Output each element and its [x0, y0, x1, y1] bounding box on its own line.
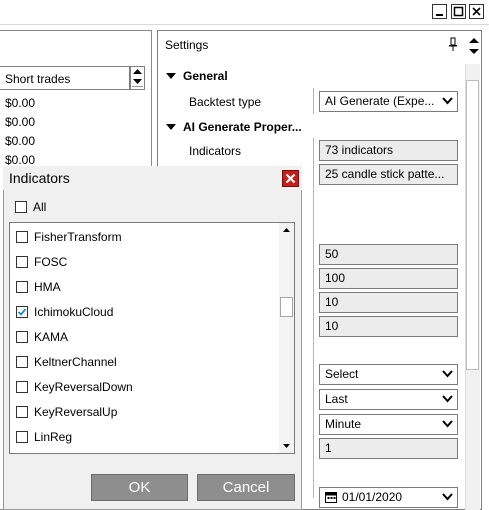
dropdown-value: Minute: [325, 417, 362, 431]
column-header-short-trades[interactable]: Short trades: [0, 66, 130, 90]
indicator-label: FOSC: [34, 255, 68, 269]
value-field[interactable]: 10: [319, 292, 458, 313]
price-type-dropdown[interactable]: Last: [319, 389, 458, 410]
indicator-checkbox[interactable]: [16, 231, 28, 243]
dropdown-value: Select: [325, 367, 359, 381]
indicator-label: KeyReversalDown: [34, 380, 133, 394]
indicators-value-field[interactable]: 73 indicators: [319, 140, 458, 161]
backtest-type-dropdown[interactable]: AI Generate (Expe...: [319, 91, 458, 112]
close-icon: [472, 7, 481, 16]
category-general[interactable]: General: [183, 69, 228, 83]
chevron-down-icon: [442, 420, 453, 428]
settings-scrollbar-thumb[interactable]: [466, 80, 479, 370]
short-trades-cell: $0.00: [5, 134, 36, 148]
indicator-checkbox[interactable]: [16, 281, 28, 293]
chevron-down-icon: [442, 97, 453, 105]
close-icon: [285, 173, 296, 184]
chevron-down-icon: [442, 493, 453, 501]
close-window-button[interactable]: [469, 4, 484, 19]
settings-title: Settings: [165, 38, 209, 52]
all-checkbox[interactable]: [15, 201, 27, 213]
chevron-down-icon: [442, 395, 453, 403]
collapse-icon[interactable]: [166, 73, 176, 79]
chevron-down-icon: [442, 370, 453, 378]
dialog-close-button[interactable]: [282, 170, 299, 187]
value-field[interactable]: 1: [319, 438, 458, 459]
backtest-type-value: AI Generate (Expe...: [325, 94, 435, 108]
property-separator: [313, 138, 314, 498]
indicator-label: FisherTransform: [34, 230, 122, 244]
column-scroll-arrows[interactable]: [130, 66, 145, 90]
maximize-icon: [453, 6, 464, 17]
check-icon: [17, 308, 27, 316]
property-separator: [313, 88, 314, 114]
scroll-arrows-icon: [132, 69, 143, 87]
date-value: 01/01/2020: [342, 490, 403, 504]
cancel-button[interactable]: Cancel: [197, 474, 295, 501]
indicator-checkbox[interactable]: [16, 406, 28, 418]
ok-button[interactable]: OK: [91, 474, 188, 501]
scroll-arrows-icon: [283, 228, 290, 448]
short-trades-cell: $0.00: [5, 115, 36, 129]
indicators-list-scrollbar-thumb[interactable]: [280, 297, 293, 317]
indicator-checkbox[interactable]: [16, 256, 28, 268]
minimize-button[interactable]: [432, 4, 447, 19]
scroll-arrows-icon: [469, 38, 479, 54]
indicator-checkbox[interactable]: [16, 431, 28, 443]
value-field[interactable]: 10: [319, 316, 458, 337]
minimize-icon: [436, 14, 443, 16]
collapse-icon[interactable]: [166, 124, 176, 130]
date-picker[interactable]: 01/01/2020: [319, 487, 458, 508]
indicator-checkbox[interactable]: [16, 381, 28, 393]
indicator-label: KeltnerChannel: [34, 355, 117, 369]
indicator-label: LinReg: [34, 430, 73, 444]
window-titlebar: [0, 0, 489, 25]
select-dropdown[interactable]: Select: [319, 364, 458, 385]
pin-button[interactable]: [448, 37, 458, 54]
settings-scroll-arrows[interactable]: [467, 35, 481, 59]
value-field[interactable]: 100: [319, 268, 458, 289]
indicator-label: IchimokuCloud: [34, 305, 114, 319]
category-ai-generate-properties[interactable]: AI Generate Proper...: [183, 120, 302, 134]
dialog-title: Indicators: [9, 170, 70, 186]
indicator-label: KeyReversalUp: [34, 405, 118, 419]
indicator-checkbox[interactable]: [16, 331, 28, 343]
property-label-backtest-type: Backtest type: [189, 95, 262, 109]
property-label-indicators: Indicators: [189, 144, 242, 158]
indicator-checkbox-checked[interactable]: [16, 306, 28, 318]
indicator-label: HMA: [34, 280, 61, 294]
indicators-list-scrollbar[interactable]: [279, 223, 294, 453]
short-trades-cell: $0.00: [5, 96, 36, 110]
period-type-dropdown[interactable]: Minute: [319, 414, 458, 435]
indicator-checkbox[interactable]: [16, 356, 28, 368]
calendar-icon: [325, 492, 337, 503]
pin-icon: [449, 37, 457, 51]
maximize-button[interactable]: [451, 4, 466, 19]
dropdown-value: Last: [325, 392, 348, 406]
value-field[interactable]: 50: [319, 244, 458, 265]
all-checkbox-label: All: [33, 200, 47, 214]
indicator-label: KAMA: [34, 330, 69, 344]
candlestick-patterns-field[interactable]: 25 candle stick patte...: [319, 164, 458, 185]
